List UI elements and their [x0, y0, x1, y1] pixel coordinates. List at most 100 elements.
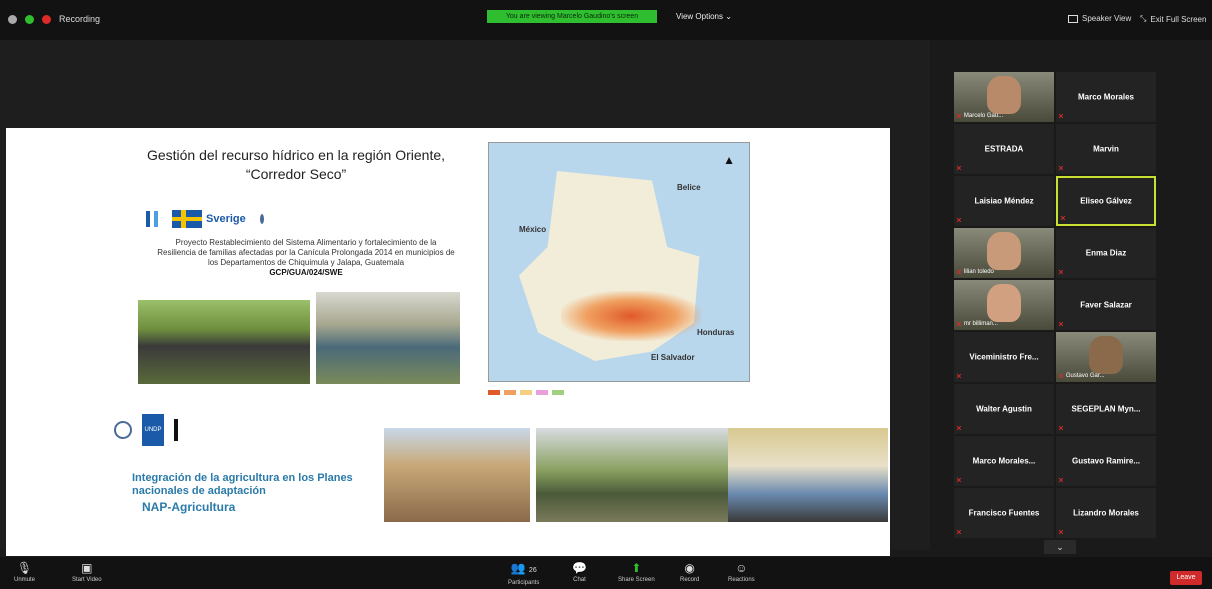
sweden-logo-text: Sverige — [206, 213, 246, 225]
start-video-button[interactable]: ▣ Start Video — [72, 561, 102, 583]
participant-tile[interactable]: SEGEPLAN Myn... ⨯ — [1056, 384, 1156, 434]
microphone-muted-icon: ⨯ — [956, 165, 962, 172]
view-options-button[interactable]: View Options ⌄ — [676, 10, 732, 23]
participant-tile[interactable]: Eliseo Gálvez ⨯ — [1056, 176, 1156, 226]
map-label-belice: Belice — [677, 183, 701, 192]
microphone-muted-icon: ⨯ — [956, 477, 962, 484]
participant-tile[interactable]: ⨯ mr billiman... — [954, 280, 1054, 330]
sweden-flag-icon — [172, 210, 202, 228]
participant-tile[interactable]: Walter Agustin ⨯ — [954, 384, 1054, 434]
participant-video-name: Marcelo Gau... — [963, 113, 1004, 119]
participant-tile[interactable]: ⨯ Gustavo Gar... — [1056, 332, 1156, 382]
view-options-label: View Options — [676, 12, 723, 21]
participant-display-name: Enma Diaz — [1085, 248, 1127, 258]
microphone-muted-icon: ⨯ — [1058, 321, 1064, 328]
chevron-down-icon[interactable]: ⌄ — [1044, 540, 1076, 554]
project-code: GCP/GUA/024/SWE — [269, 268, 343, 277]
slide-title: Gestión del recurso hídrico en la región… — [126, 146, 466, 184]
leave-button[interactable]: Leave — [1170, 571, 1202, 585]
participant-footer: ⨯ — [1058, 268, 1064, 276]
participant-tile[interactable]: ⨯ Marcelo Gau... — [954, 72, 1054, 122]
north-arrow-icon: ▲ — [723, 153, 735, 167]
microphone-muted-icon: ⨯ — [956, 321, 962, 328]
participant-tile[interactable]: Faver Salazar ⨯ — [1056, 280, 1156, 330]
participant-display-name: Marvin — [1093, 144, 1119, 154]
participant-face — [987, 232, 1021, 270]
participant-footer: ⨯ — [956, 424, 962, 432]
project-description: Proyecto Restablecimiento del Sistema Al… — [156, 238, 456, 278]
reservoir-photo — [138, 300, 310, 384]
recording-label: Recording — [59, 14, 101, 24]
chat-icon: 💬 — [572, 561, 587, 575]
participant-display-name: Gustavo Ramire... — [1071, 456, 1141, 466]
top-bar: Recording You are viewing Marcelo Gaudin… — [0, 0, 1212, 40]
unmute-button[interactable]: 🎙 Unmute — [14, 561, 35, 583]
participant-footer: ⨯ lilian toledo — [956, 268, 994, 276]
chat-button[interactable]: 💬 Chat — [572, 561, 587, 583]
participant-footer: ⨯ — [1060, 214, 1066, 222]
share-screen-button[interactable]: ⬆ Share Screen — [618, 561, 655, 583]
recording-indicator: Recording — [8, 14, 100, 24]
participant-tile[interactable]: Marco Morales ⨯ — [1056, 72, 1156, 122]
participant-video-name: lilian toledo — [963, 269, 994, 275]
chevron-down-icon: ⌄ — [725, 12, 732, 21]
microphone-muted-icon: ⨯ — [1058, 529, 1064, 536]
microphone-muted-icon: ⨯ — [1058, 165, 1064, 172]
participant-footer: ⨯ — [1058, 424, 1064, 432]
participant-gallery: ⨯ Marcelo Gau... Marco Morales ⨯ ESTRADA ⨯ Mar… — [930, 40, 1212, 550]
microphone-muted-icon: ⨯ — [1058, 373, 1064, 380]
share-screen-icon: ⬆ — [631, 561, 642, 575]
share-screen-label: Share Screen — [618, 577, 655, 583]
map-legend — [488, 384, 750, 420]
participant-face — [1089, 336, 1123, 374]
meeting-toolbar: 🎙 Unmute ▣ Start Video 👥 26 Participants… — [0, 557, 1212, 589]
participant-grid: ⨯ Marcelo Gau... Marco Morales ⨯ ESTRADA ⨯ Mar… — [954, 72, 1156, 538]
microphone-muted-icon: ⨯ — [956, 269, 962, 276]
reactions-label: Reactions — [728, 577, 755, 583]
map-label-honduras: Honduras — [697, 328, 735, 337]
participant-footer: ⨯ — [956, 216, 962, 224]
participants-count: 26 — [528, 567, 537, 574]
participants-label: Participants — [508, 580, 540, 586]
info-icon[interactable] — [8, 14, 17, 24]
map-label-mexico: México — [519, 225, 547, 234]
microphone-muted-icon: ⨯ — [1058, 425, 1064, 432]
participant-video-name: Gustavo Gar... — [1065, 373, 1105, 379]
reactions-button[interactable]: ☺ Reactions — [728, 561, 755, 583]
participant-display-name: Marco Morales... — [972, 456, 1036, 466]
participant-tile[interactable]: Viceministro Fre... ⨯ — [954, 332, 1054, 382]
participant-video-name: mr billiman... — [963, 321, 998, 327]
exit-full-screen-button[interactable]: ⤡ Exit Full Screen — [1140, 14, 1206, 24]
microphone-muted-icon: ⨯ — [956, 217, 962, 224]
fao-emblem-icon — [114, 421, 132, 439]
guatemala-ministry-logo — [146, 211, 158, 227]
undp-logo: UNDP — [142, 414, 164, 446]
workshop-meeting-photo — [728, 428, 888, 522]
participant-tile[interactable]: ESTRADA ⨯ — [954, 124, 1054, 174]
participant-display-name: Laisiao Méndez — [974, 196, 1034, 206]
record-label: Record — [680, 577, 700, 583]
participants-button[interactable]: 👥 26 Participants — [508, 561, 539, 586]
participant-tile[interactable]: Lizandro Morales ⨯ — [1056, 488, 1156, 538]
map-label-el-salvador: El Salvador — [651, 353, 695, 362]
participant-tile[interactable]: Enma Diaz ⨯ — [1056, 228, 1156, 278]
security-shield-icon[interactable] — [25, 14, 34, 24]
participant-footer: ⨯ — [1058, 476, 1064, 484]
microphone-muted-icon: ⨯ — [956, 373, 962, 380]
participant-footer: ⨯ — [956, 372, 962, 380]
guatemala-map: ▲ Belice México Honduras El Salvador — [488, 142, 750, 382]
participant-tile[interactable]: ⨯ lilian toledo — [954, 228, 1054, 278]
un-organization-logos: UNDP — [114, 410, 384, 450]
slide-title-line2: “Corredor Seco” — [245, 166, 347, 182]
sweden-logo: Sverige — [172, 210, 246, 228]
record-button[interactable]: ◉ Record — [680, 561, 699, 583]
speaker-view-button[interactable]: Speaker View — [1068, 14, 1131, 23]
exit-fullscreen-icon: ⤡ — [1140, 14, 1147, 23]
participant-tile[interactable]: Marco Morales... ⨯ — [954, 436, 1054, 486]
participant-footer: ⨯ — [1058, 320, 1064, 328]
participant-display-name: Faver Salazar — [1080, 300, 1132, 310]
participant-tile[interactable]: Francisco Fuentes ⨯ — [954, 488, 1054, 538]
participant-tile[interactable]: Marvin ⨯ — [1056, 124, 1156, 174]
participant-tile[interactable]: Laisiao Méndez ⨯ — [954, 176, 1054, 226]
participant-tile[interactable]: Gustavo Ramire... ⨯ — [1056, 436, 1156, 486]
